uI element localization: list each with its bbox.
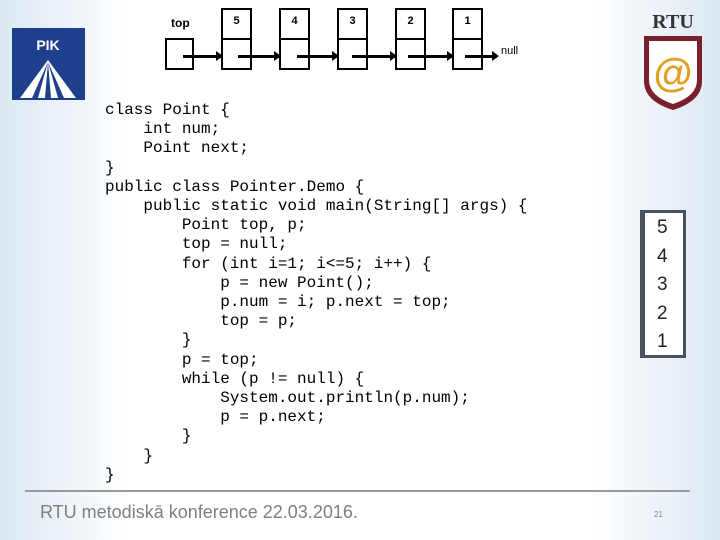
arrow xyxy=(297,51,339,61)
code-line: while (p != null) { xyxy=(105,369,365,388)
code-line: top = p; xyxy=(105,312,298,331)
list-node: 3 xyxy=(337,8,368,70)
footer-text: RTU metodiskā konference 22.03.2016. xyxy=(40,502,358,522)
pik-logo: PIK xyxy=(12,28,85,100)
code-line: p = p.next; xyxy=(105,408,326,427)
svg-text:PIK: PIK xyxy=(36,37,59,53)
code-line: System.out.println(p.num); xyxy=(105,389,470,408)
code-line: } xyxy=(105,158,115,177)
code-line: class Point { xyxy=(105,101,230,119)
list-node: 4 xyxy=(279,8,310,70)
arrow xyxy=(465,51,499,61)
output-line: 5 xyxy=(657,217,668,238)
output-line: 2 xyxy=(657,302,668,324)
rtu-logo: RTU @ xyxy=(644,11,702,110)
code-line: Point next; xyxy=(105,139,250,158)
code-line: Point top, p; xyxy=(105,216,307,235)
console-output: 5 4 3 2 1 xyxy=(640,210,686,358)
code-line: top = null; xyxy=(105,235,288,254)
svg-text:@: @ xyxy=(653,51,692,95)
code-line: } xyxy=(105,427,192,446)
page-number: 21 xyxy=(654,510,663,519)
code-line: } xyxy=(105,446,154,465)
code-line: public class Pointer.Demo { xyxy=(105,177,365,196)
arrow xyxy=(183,51,223,61)
svg-text:RTU: RTU xyxy=(652,11,694,33)
arrow xyxy=(408,51,454,61)
arrow xyxy=(238,51,281,61)
code-listing: class Point { int num; Point next;} publi… xyxy=(105,101,527,485)
output-line: 4 xyxy=(657,245,668,267)
list-node: 2 xyxy=(395,8,426,70)
code-line: for (int i=1; i<=5; i++) { xyxy=(105,254,432,273)
list-node: 1 xyxy=(452,8,483,70)
code-line: p = top; xyxy=(105,350,259,369)
slide: PIK RTU @ top 5 4 3 2 1 null class Point… xyxy=(0,0,720,540)
arrow xyxy=(352,51,397,61)
output-line: 1 xyxy=(657,331,668,352)
code-line: p.num = i; p.next = top; xyxy=(105,293,451,312)
list-node: 5 xyxy=(221,8,252,70)
code-line: p = new Point(); xyxy=(105,273,374,292)
code-line: } xyxy=(105,331,192,350)
footer-divider xyxy=(25,490,690,492)
code-line: } xyxy=(105,465,115,484)
code-line: int num; xyxy=(105,120,221,139)
top-pointer-box xyxy=(165,38,194,70)
top-label: top xyxy=(171,16,190,30)
output-line: 3 xyxy=(657,274,668,295)
code-line: public static void main(String[] args) { xyxy=(105,197,528,216)
null-label: null xyxy=(501,45,519,57)
